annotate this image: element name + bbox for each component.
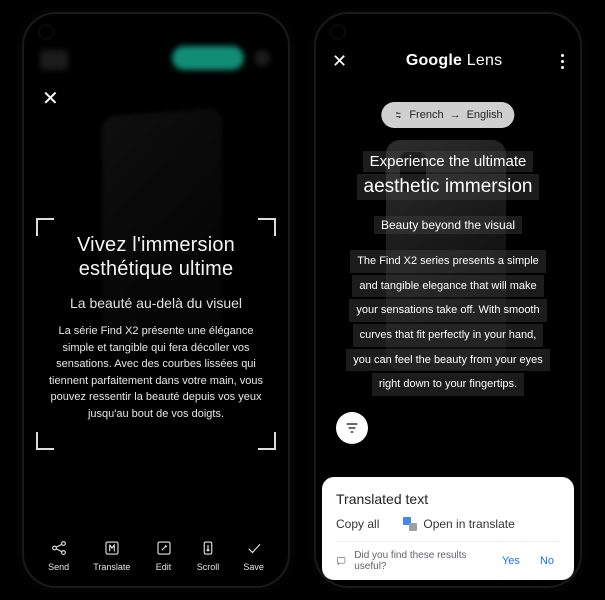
- copy-all-button[interactable]: Copy all: [336, 517, 379, 531]
- comment-icon: [336, 555, 346, 567]
- scroll-icon: [199, 539, 217, 557]
- more-menu-button[interactable]: [561, 54, 564, 69]
- filter-icon: [344, 420, 360, 436]
- camera-punch-hole: [332, 26, 344, 38]
- overlay-line: your sensations take off. With smooth: [349, 299, 546, 322]
- tool-label: Scroll: [197, 562, 220, 572]
- action-label: Open in translate: [423, 517, 514, 531]
- overlay-line: The Find X2 series presents a simple: [350, 250, 546, 273]
- body-text: La série Find X2 présente une élégance s…: [44, 323, 268, 422]
- overlay-line: and tangible elegance that will make: [352, 275, 543, 298]
- tool-label: Edit: [156, 562, 172, 572]
- tool-label: Send: [48, 562, 69, 572]
- overlay-line: curves that fit perfectly in your hand,: [353, 324, 544, 347]
- cta-button-blurred: [172, 46, 244, 70]
- language-selector[interactable]: French → English: [381, 102, 514, 128]
- check-icon: [245, 539, 263, 557]
- save-button[interactable]: Save: [243, 539, 264, 572]
- overlay-line: right down to your fingertips.: [372, 373, 524, 396]
- menu-button-blurred: [254, 50, 270, 66]
- close-button[interactable]: ✕: [332, 51, 347, 72]
- overlay-line: you can feel the beauty from your eyes: [346, 349, 550, 372]
- lang-to: English: [467, 109, 503, 121]
- result-sheet: Translated text Copy all Open in transla…: [322, 477, 574, 580]
- send-button[interactable]: Send: [48, 539, 69, 572]
- swap-icon: [393, 110, 403, 120]
- scroll-button[interactable]: Scroll: [197, 539, 220, 572]
- captured-text: Vivez l'immersion esthétique ultime La b…: [40, 226, 272, 422]
- tool-label: Translate: [93, 562, 130, 572]
- overlay-line: aesthetic immersion: [357, 174, 540, 200]
- crop-handle-bl[interactable]: [36, 432, 54, 450]
- sheet-title: Translated text: [336, 491, 560, 507]
- bottom-toolbar: Send Translate Edit Scroll Save: [22, 539, 290, 572]
- subheadline: La beauté au-delà du visuel: [40, 295, 272, 311]
- edit-button[interactable]: Edit: [155, 539, 173, 572]
- translate-app-icon: [403, 517, 417, 531]
- feedback-yes-button[interactable]: Yes: [496, 555, 526, 567]
- overlay-line: Beauty beyond the visual: [374, 216, 522, 234]
- lang-from: French: [409, 109, 443, 121]
- action-label: Copy all: [336, 517, 379, 531]
- translate-button[interactable]: Translate: [93, 539, 130, 572]
- edit-icon: [155, 539, 173, 557]
- arrow-right-icon: →: [450, 109, 461, 121]
- close-button[interactable]: ✕: [42, 86, 59, 111]
- crop-handle-br[interactable]: [258, 432, 276, 450]
- lens-header: ✕ Google Lens: [314, 44, 582, 78]
- app-title: Google Lens: [406, 52, 502, 70]
- phone-google-lens: ✕ Google Lens French → English Experienc…: [314, 12, 582, 588]
- feedback-row: Did you find these results useful? Yes N…: [336, 541, 560, 572]
- back-button-blurred: [40, 50, 68, 70]
- phone-screenshot-source: ✕ Vivez l'immersion esthétique ultime La…: [22, 12, 290, 588]
- feedback-no-button[interactable]: No: [534, 555, 560, 567]
- overlay-line: Experience the ultimate: [363, 151, 534, 172]
- translate-icon: [103, 539, 121, 557]
- blurred-header: [22, 12, 290, 82]
- filter-fab[interactable]: [336, 412, 368, 444]
- tool-label: Save: [243, 562, 264, 572]
- feedback-prompt: Did you find these results useful?: [354, 550, 480, 572]
- headline: Vivez l'immersion esthétique ultime: [40, 234, 272, 281]
- translated-overlay: Experience the ultimate aesthetic immers…: [332, 150, 564, 397]
- open-in-translate-button[interactable]: Open in translate: [403, 517, 514, 531]
- share-icon: [50, 539, 68, 557]
